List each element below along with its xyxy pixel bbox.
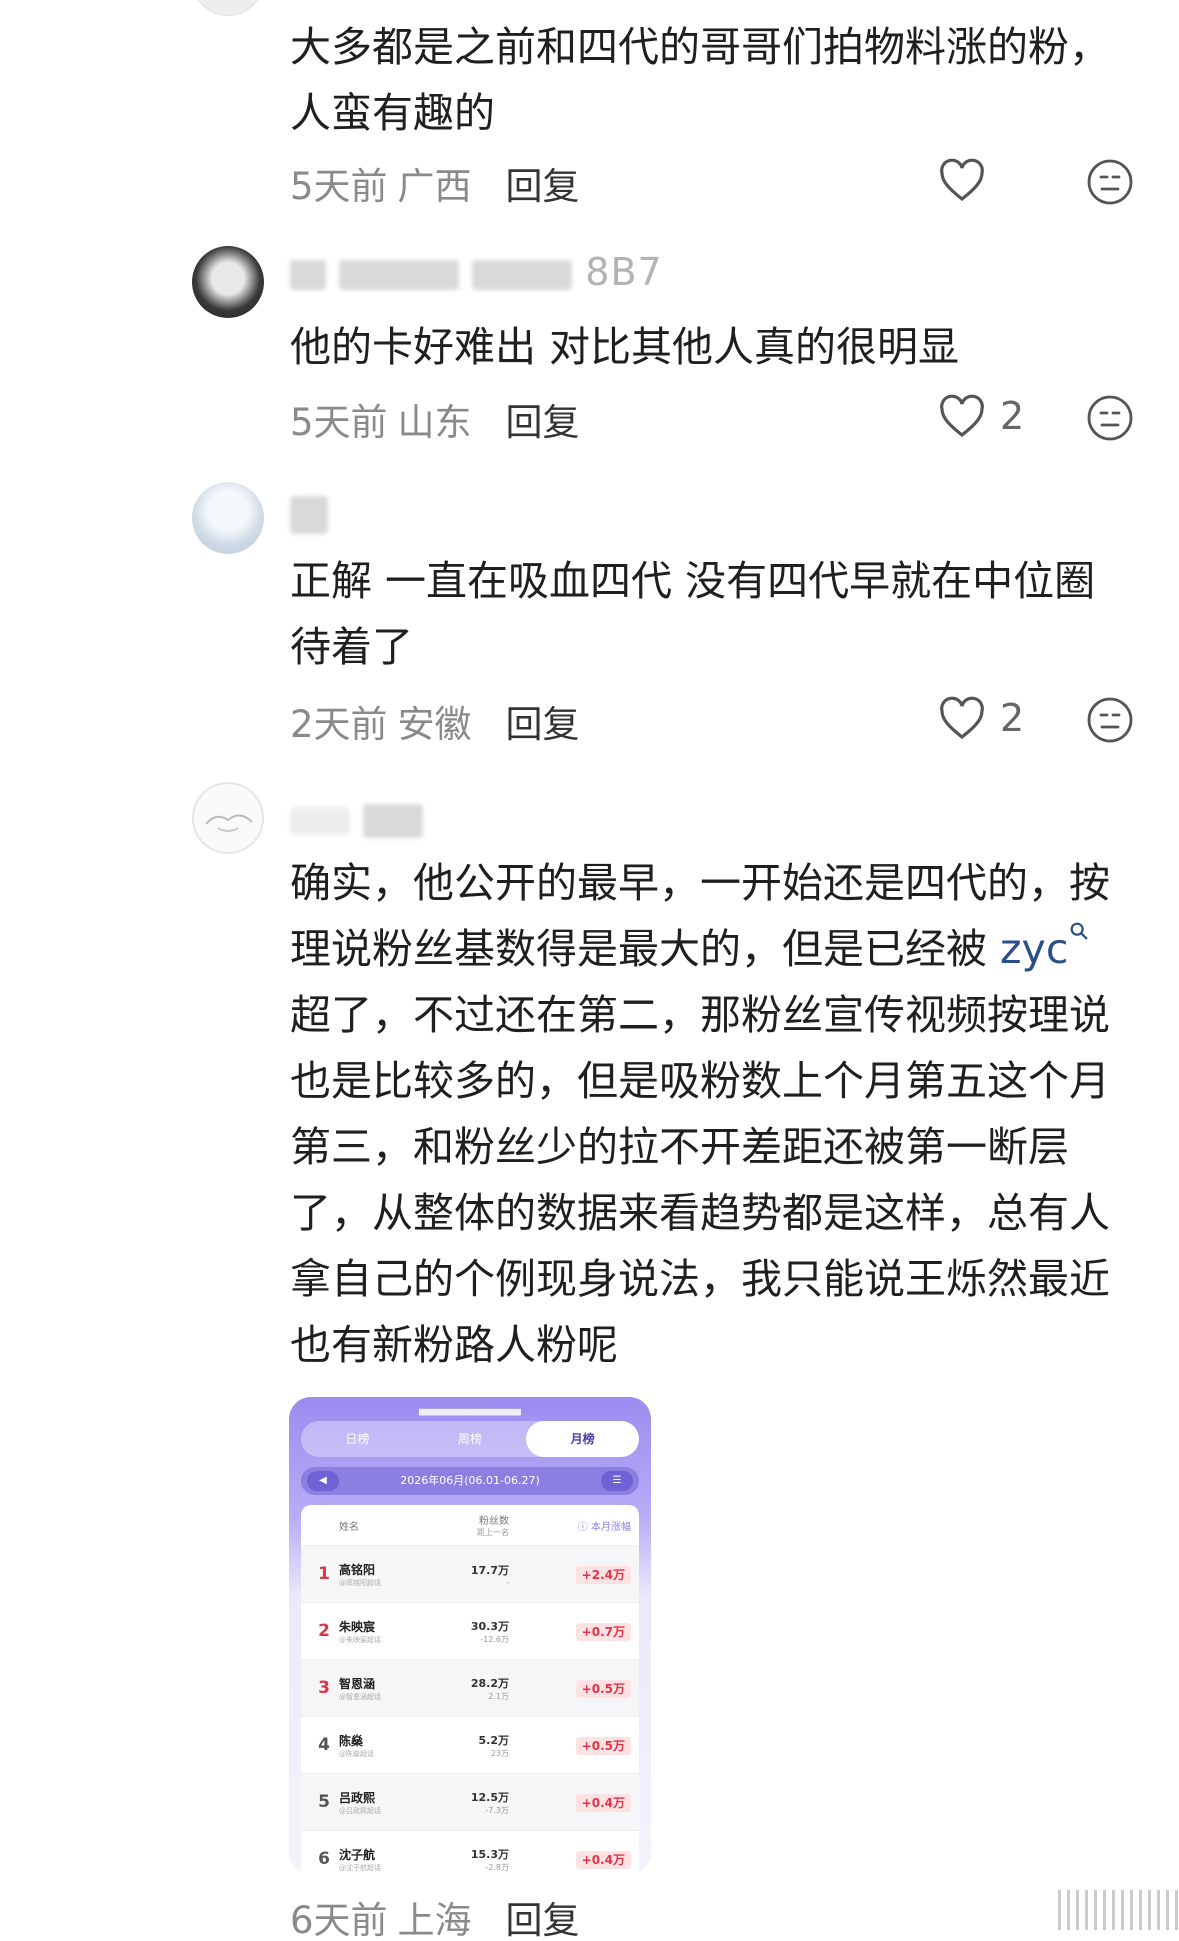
like-count: 2 (1000, 394, 1025, 438)
rank: 1 (318, 1564, 330, 1584)
comment-meta: 5天前 山东 回复 (290, 392, 580, 446)
member-name: 陈燊 @陈燊超话 (339, 1733, 374, 1758)
avatar[interactable] (192, 246, 264, 318)
monthly-gain: +0.4万 (509, 1793, 631, 1812)
tab-daily: 日榜 (345, 1432, 370, 1446)
rank: 3 (318, 1678, 330, 1698)
date-range: 2026年06月(06.01-06.27) (400, 1474, 540, 1487)
attached-image[interactable]: ▂▂▂▂▂▂ 日榜 周榜 月榜 ◀ 2026年06月(06.01-06.27) … (289, 1397, 651, 1875)
username[interactable] (290, 796, 424, 840)
menu-icon: ☰ (601, 1471, 633, 1491)
table-row: 1 高铭阳 @高铭阳超话 17.7万 - +2.4万 (301, 1545, 639, 1602)
heart-icon (940, 158, 984, 202)
reply-button[interactable]: 回复 (506, 401, 580, 444)
reply-button[interactable]: 回复 (506, 165, 580, 208)
avatar[interactable] (192, 482, 264, 554)
comment-time: 2天前 (290, 703, 388, 746)
avatar-sketch-icon (205, 814, 253, 832)
fan-count: 12.5万 -7.3万 (470, 1790, 509, 1815)
table-row: 4 陈燊 @陈燊超话 5.2万 23万 +0.5万 (301, 1716, 639, 1773)
ranking-title-cut: ▂▂▂▂▂▂ (419, 1397, 521, 1416)
fan-count: 15.3万 -2.8万 (470, 1847, 509, 1872)
header-gain: ⓘ 本月涨幅 (577, 1521, 631, 1533)
table-row: 3 智恩涵 @智恩涵超话 28.2万 2.1万 +0.5万 (301, 1659, 639, 1716)
username[interactable] (290, 490, 328, 534)
username-visible: 8B7 (585, 250, 663, 294)
ranking-tabs: 日榜 周榜 月榜 (301, 1421, 640, 1457)
comment-time: 6天前 (290, 1899, 388, 1941)
comment-meta: 2天前 安徽 回复 (290, 694, 580, 748)
comment-time: 5天前 (290, 165, 388, 208)
table-row: 2 朱映宸 @朱映宸超话 30.3万 -12.6万 +0.7万 (301, 1602, 639, 1659)
fan-count: 5.2万 23万 (478, 1733, 510, 1758)
like-button[interactable] (938, 158, 986, 202)
tab-weekly: 周榜 (458, 1432, 483, 1446)
comment-text: 大多都是之前和四代的哥哥们拍物料涨的粉，人蛮有趣的 (290, 23, 1110, 137)
fan-count: 30.3万 -12.6万 (470, 1619, 509, 1644)
member-name: 智恩涵 @智恩涵超话 (339, 1676, 381, 1701)
table-row: 5 吕政熙 @吕政熙超话 12.5万 -7.3万 +0.4万 (301, 1773, 639, 1830)
meh-face-icon[interactable] (1086, 696, 1134, 744)
heart-icon (940, 696, 984, 740)
fan-count: 28.2万 2.1万 (470, 1676, 509, 1701)
comment-text: 正解 一直在吸血四代 没有四代早就在中位圈待着了 (290, 557, 1096, 671)
comment-text-part1: 确实，他公开的最早，一开始还是四代的，按理说粉丝基数得是最大的，但是已经被 (290, 859, 1110, 973)
monthly-gain: +0.5万 (509, 1679, 631, 1698)
username[interactable]: 8B7 (290, 250, 663, 294)
header-name: 姓名 (339, 1521, 359, 1533)
comment-location: 上海 (397, 1899, 472, 1941)
member-name: 吕政熙 @吕政熙超话 (339, 1790, 381, 1815)
header-fans: 粉丝数 距上一名 (477, 1516, 509, 1537)
ranking-table: 姓名 粉丝数 距上一名 ⓘ 本月涨幅 1 高铭阳 @高铭阳超话 17.7万 - +2.4万 2… (301, 1505, 639, 1875)
monthly-gain: +0.7万 (509, 1622, 631, 1641)
like-button[interactable]: 2 (938, 394, 1024, 438)
comment-location: 安徽 (397, 703, 472, 746)
monthly-gain: +0.4万 (509, 1850, 631, 1869)
comment-location: 山东 (397, 401, 472, 444)
comment-text-part2: 超了，不过还在第二，那粉丝宣传视频按理说也是比较多的，但是吸粉数上个月第五这个月… (290, 991, 1110, 1369)
rank: 5 (318, 1792, 330, 1812)
rank: 6 (318, 1849, 330, 1869)
table-header: 姓名 粉丝数 距上一名 ⓘ 本月涨幅 (301, 1505, 639, 1545)
avatar[interactable] (192, 0, 264, 16)
mention-link-text: zyc (1000, 925, 1069, 973)
watermark-stripes (1058, 1890, 1179, 1930)
like-count: 2 (1000, 696, 1025, 740)
monthly-gain: +0.5万 (509, 1736, 631, 1755)
tab-monthly: 月榜 (526, 1421, 640, 1457)
member-name: 高铭阳 @高铭阳超话 (339, 1562, 381, 1587)
prev-arrow-icon: ◀ (307, 1471, 339, 1491)
table-row: 6 沈子航 @沈子航超话 15.3万 -2.8万 +0.4万 (301, 1830, 639, 1875)
meh-face-icon[interactable] (1086, 158, 1134, 206)
member-name: 朱映宸 @朱映宸超话 (339, 1619, 381, 1644)
like-button[interactable]: 2 (938, 696, 1024, 740)
avatar[interactable] (192, 782, 264, 854)
comment-time: 5天前 (290, 401, 388, 444)
comment-meta: 5天前 广西 回复 (290, 156, 580, 210)
date-range-bar: ◀ 2026年06月(06.01-06.27) ☰ (301, 1467, 639, 1495)
search-icon (1070, 922, 1088, 940)
rank: 2 (318, 1621, 330, 1641)
comment-meta: 6天前 上海 回复 (290, 1890, 580, 1941)
fan-count: 17.7万 - (470, 1563, 509, 1587)
heart-icon (940, 394, 984, 438)
reply-button[interactable]: 回复 (506, 703, 580, 746)
reply-button[interactable]: 回复 (506, 1899, 580, 1941)
mention-link[interactable]: zyc (1000, 922, 1090, 973)
rank: 4 (318, 1735, 330, 1755)
comment-text: 他的卡好难出 对比其他人真的很明显 (290, 323, 960, 371)
member-name: 沈子航 @沈子航超话 (339, 1847, 381, 1872)
meh-face-icon[interactable] (1086, 394, 1134, 442)
comment-location: 广西 (397, 165, 472, 208)
comment-text: 确实，他公开的最早，一开始还是四代的，按理说粉丝基数得是最大的，但是已经被 zy… (290, 850, 1130, 1378)
monthly-gain: +2.4万 (509, 1565, 631, 1584)
